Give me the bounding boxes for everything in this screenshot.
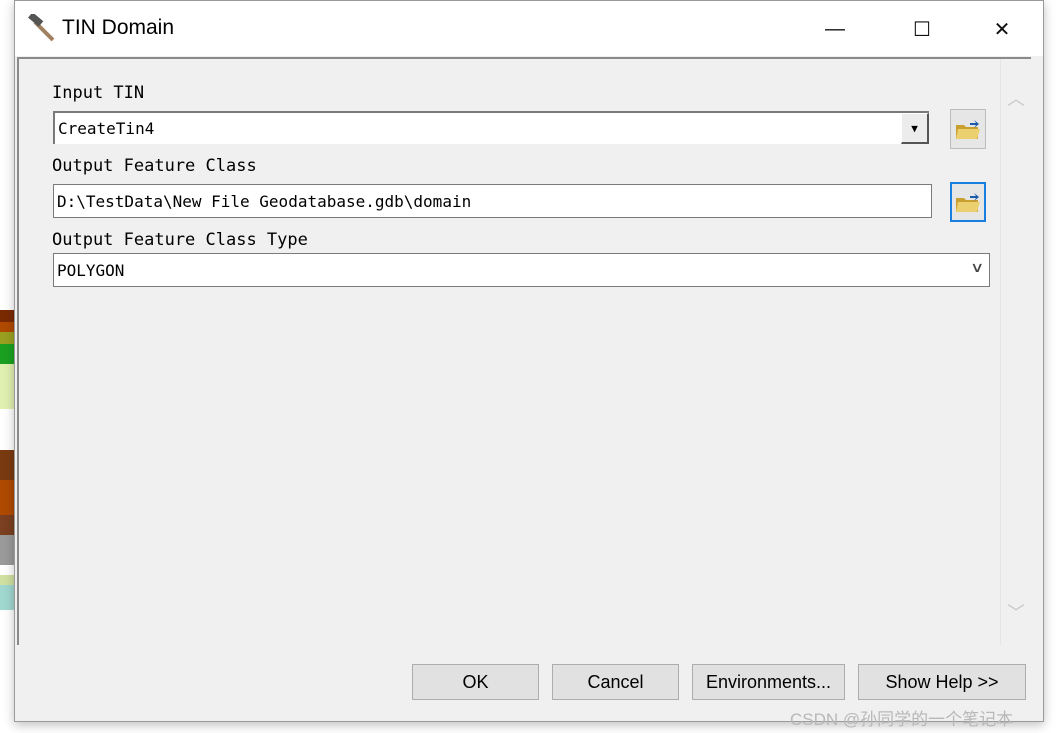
input-tin-label: Input TIN bbox=[52, 83, 145, 103]
environments-button[interactable]: Environments... bbox=[692, 664, 845, 700]
vertical-scrollbar[interactable]: ︿ ﹀ bbox=[1000, 59, 1031, 645]
input-tin-value: CreateTin4 bbox=[58, 119, 155, 138]
parameters-panel: Input TIN CreateTin4 ▼ Output Feature Cl… bbox=[17, 57, 1031, 645]
output-feature-class-value: D:\TestData\New File Geodatabase.gdb\dom… bbox=[57, 191, 472, 211]
cancel-button[interactable]: Cancel bbox=[552, 664, 679, 700]
title-bar: TIN Domain — ☐ ✕ bbox=[15, 1, 1043, 56]
scroll-down-icon[interactable]: ﹀ bbox=[1007, 599, 1025, 623]
open-folder-icon bbox=[956, 193, 980, 212]
output-type-select[interactable]: POLYGON ∨ bbox=[53, 253, 990, 287]
ok-button[interactable]: OK bbox=[412, 664, 539, 700]
browse-output-button[interactable] bbox=[950, 182, 986, 222]
output-type-value: POLYGON bbox=[57, 260, 125, 280]
chevron-down-icon: ∨ bbox=[970, 260, 984, 276]
background-map-fragment bbox=[0, 310, 14, 610]
close-button[interactable]: ✕ bbox=[982, 11, 1022, 47]
show-help-button[interactable]: Show Help >> bbox=[858, 664, 1026, 700]
dropdown-arrow-icon[interactable]: ▼ bbox=[901, 113, 929, 144]
open-folder-icon bbox=[956, 120, 980, 139]
window-title: TIN Domain bbox=[62, 16, 175, 39]
scroll-up-icon[interactable]: ︿ bbox=[1007, 85, 1025, 109]
maximize-button[interactable]: ☐ bbox=[902, 11, 942, 47]
input-tin-combobox[interactable]: CreateTin4 ▼ bbox=[53, 111, 929, 144]
output-type-label: Output Feature Class Type bbox=[52, 230, 308, 250]
output-feature-class-label: Output Feature Class bbox=[52, 156, 257, 176]
tin-domain-dialog: TIN Domain — ☐ ✕ Input TIN CreateTin4 ▼ … bbox=[14, 0, 1044, 722]
hammer-icon bbox=[28, 14, 55, 42]
output-feature-class-input[interactable]: D:\TestData\New File Geodatabase.gdb\dom… bbox=[53, 184, 932, 218]
minimize-button[interactable]: — bbox=[815, 11, 855, 47]
watermark: CSDN @孙同学的一个笔记本 bbox=[790, 710, 1014, 729]
browse-input-tin-button[interactable] bbox=[950, 109, 986, 149]
